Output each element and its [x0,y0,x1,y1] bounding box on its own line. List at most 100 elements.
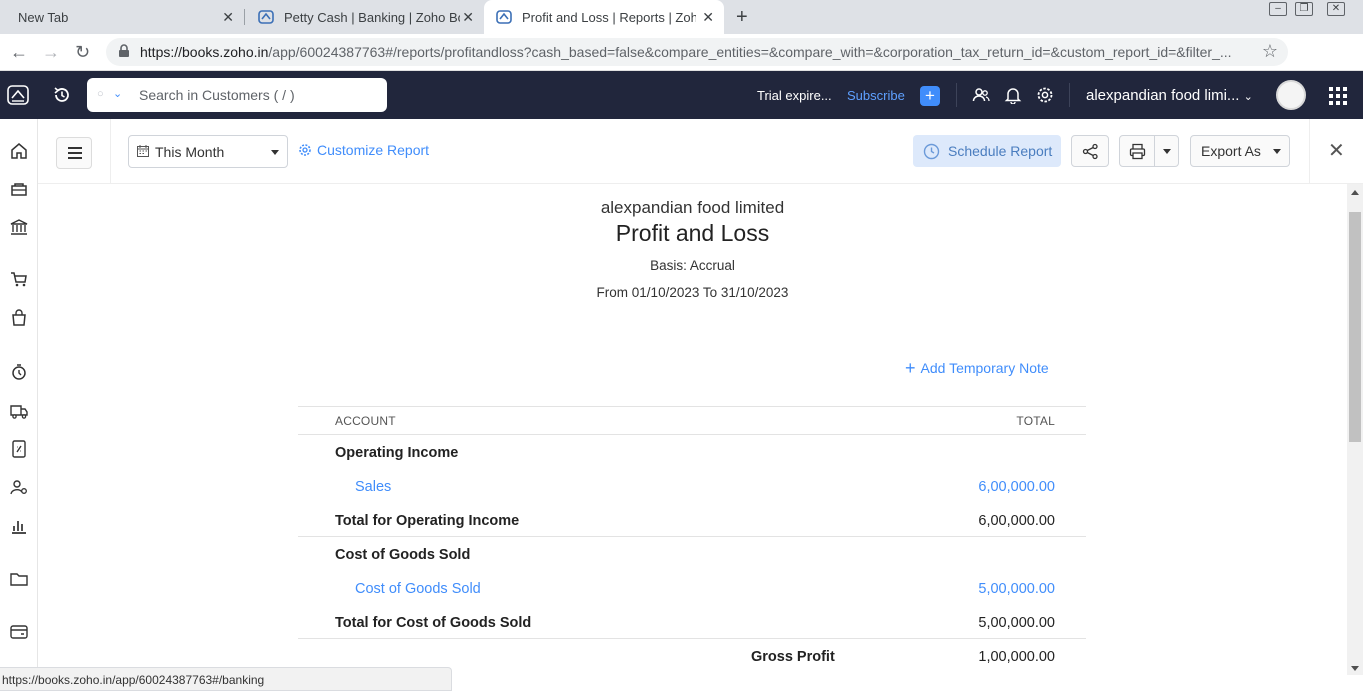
caret-down-icon[interactable] [1163,149,1171,154]
left-navigation-rail [0,119,38,691]
close-report-icon[interactable]: ✕ [1328,141,1345,161]
schedule-report-button[interactable]: Schedule Report [913,135,1061,167]
account-row-sales[interactable]: Sales 6,00,000.00 [298,469,1086,503]
date-range-dropdown[interactable]: This Month [128,135,288,168]
menu-line [68,157,82,159]
sales-cart-icon[interactable] [9,269,29,289]
report-sidebar-toggle-button[interactable] [56,137,92,169]
search-scope-chevron-icon[interactable]: ⌄ [113,87,122,100]
global-search-box[interactable]: ○ ⌄ [87,78,387,112]
share-button[interactable] [1071,135,1109,167]
url-text[interactable]: https://books.zoho.in/app/60024387763#/r… [140,44,1240,60]
menu-line [68,152,82,154]
eway-bills-truck-icon[interactable] [9,401,29,421]
row-label: Operating Income [335,445,459,461]
row-label: Cost of Goods Sold [335,547,471,563]
row-label: Gross Profit [751,649,835,665]
button-divider [1154,136,1155,166]
app-grid-icon[interactable] [1329,87,1347,105]
window-close-icon[interactable]: ✕ [1327,2,1345,16]
reload-icon[interactable]: ↻ [75,42,90,63]
forward-arrow-icon[interactable]: → [42,42,60,63]
tab-close-icon[interactable]: ✕ [702,9,714,26]
account-link[interactable]: Cost of Goods Sold [355,581,481,597]
tab-close-icon[interactable]: ✕ [222,9,234,26]
search-input[interactable] [139,85,379,105]
row-amount: 5,00,000.00 [978,615,1055,631]
gear-icon [299,144,311,156]
zoho-books-logo-icon[interactable] [6,83,30,107]
vertical-scrollbar[interactable] [1347,184,1363,675]
bookmark-star-icon[interactable]: ☆ [1262,41,1278,62]
search-icon[interactable]: ○ [97,88,104,100]
profit-loss-table: ACCOUNT TOTAL Operating Income Sales 6,0… [298,406,1086,673]
time-tracking-stopwatch-icon[interactable] [9,362,29,382]
url-host: https://books.zoho.in [140,44,269,60]
config-card-icon[interactable] [9,622,29,642]
quick-create-plus-button[interactable]: + [920,86,940,106]
banking-icon[interactable] [9,217,29,237]
tab-new-tab[interactable]: New Tab ✕ [0,0,244,34]
gst-filing-icon[interactable] [9,439,29,459]
header-divider [1069,83,1070,107]
account-link[interactable]: Sales [355,479,391,495]
notification-bell-icon[interactable] [1004,86,1022,104]
add-temporary-note-link[interactable]: + Add Temporary Note [905,359,1049,377]
minimize-icon[interactable]: – [1269,2,1287,16]
account-amount-link[interactable]: 6,00,000.00 [978,479,1055,495]
scrollbar-thumb[interactable] [1349,212,1361,442]
date-range-value: This Month [155,144,225,160]
scroll-down-arrow-icon[interactable] [1351,666,1359,671]
report-date-range: From 01/10/2023 To 31/10/2023 [596,285,789,300]
recent-history-icon[interactable] [52,85,72,105]
reports-bar-chart-icon[interactable] [9,516,29,536]
documents-folder-icon[interactable] [9,569,29,589]
restore-icon[interactable]: ❐ [1295,2,1313,16]
tab-title: Petty Cash | Banking | Zoho Book [284,9,460,25]
header-divider [956,83,957,107]
back-arrow-icon[interactable]: ← [10,42,28,63]
settings-gear-icon[interactable] [1036,86,1054,104]
schedule-report-label: Schedule Report [948,143,1053,159]
subscribe-link[interactable]: Subscribe [847,88,905,103]
link-status-bubble: https://books.zoho.in/app/60024387763#/b… [0,667,452,691]
items-box-icon[interactable] [9,179,29,199]
menu-line [68,147,82,149]
tab-profit-and-loss[interactable]: Profit and Loss | Reports | Zoho E ✕ [484,0,724,34]
column-header-account: ACCOUNT [335,414,396,428]
account-row-cost-of-goods-sold[interactable]: Cost of Goods Sold 5,00,000.00 [298,571,1086,605]
purchases-bag-icon[interactable] [9,308,29,328]
customize-report-link[interactable]: Customize Report [298,142,429,158]
row-label: Total for Cost of Goods Sold [335,615,532,631]
row-label: Total for Operating Income [335,513,520,529]
accountant-icon[interactable] [9,477,29,497]
tab-petty-cash[interactable]: Petty Cash | Banking | Zoho Book ✕ [246,0,484,34]
account-amount-link[interactable]: 5,00,000.00 [978,581,1055,597]
new-tab-plus-icon[interactable]: + [736,6,748,29]
print-button[interactable] [1119,135,1179,167]
scroll-up-arrow-icon[interactable] [1351,190,1359,195]
tab-close-icon[interactable]: ✕ [462,9,474,26]
section-heading-operating-income: Operating Income [298,435,1086,469]
printer-icon [1129,143,1146,160]
trial-status-text[interactable]: Trial expire... [757,88,832,103]
users-icon[interactable] [972,86,990,104]
total-row-cost-of-goods-sold: Total for Cost of Goods Sold 5,00,000.00 [298,605,1086,639]
home-icon[interactable] [9,141,29,161]
chevron-down-icon: ⌄ [1243,91,1253,103]
tab-title: New Tab [18,9,69,25]
browser-address-bar: ← → ↻ https://books.zoho.in/app/60024387… [0,34,1363,96]
export-as-label: Export As [1201,143,1261,159]
url-omnibox[interactable]: https://books.zoho.in/app/60024387763#/r… [106,38,1288,66]
browser-tab-bar: New Tab ✕ Petty Cash | Banking | Zoho Bo… [0,0,1363,34]
total-row-operating-income: Total for Operating Income 6,00,000.00 [298,503,1086,537]
user-avatar[interactable] [1276,80,1306,110]
lock-icon[interactable] [118,44,130,58]
organization-switcher[interactable]: alexpandian food limi... ⌄ [1086,87,1253,104]
section-heading-cost-of-goods-sold: Cost of Goods Sold [298,537,1086,571]
report-toolbar: This Month Customize Report Schedule Rep… [38,119,1363,184]
export-as-dropdown[interactable]: Export As [1190,135,1290,167]
toolbar-divider [1309,119,1310,184]
row-amount: 6,00,000.00 [978,513,1055,529]
caret-down-icon [1273,149,1281,154]
